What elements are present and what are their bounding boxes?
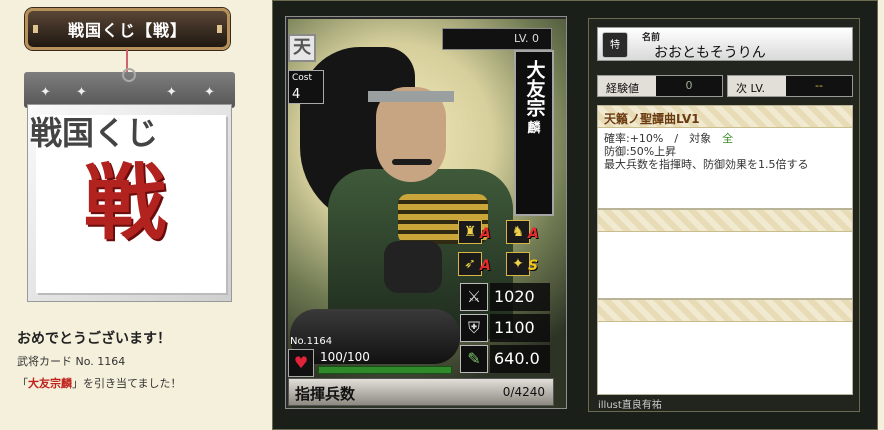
horse-cavalry-icon: ♞ [506, 220, 530, 244]
skill-slot-3-header [598, 300, 852, 322]
exp-value: 0 [656, 76, 722, 96]
hp-gauge: ♥ 100/100 [288, 349, 454, 377]
aptitude-grade: A [480, 226, 491, 242]
skill-slot-3 [597, 299, 853, 395]
card-number: No.1164 [290, 336, 333, 347]
pad-binding: ✦ ✦ ✦ ✦ [24, 68, 235, 108]
name-reading: おおともそうりん [654, 45, 766, 61]
level-box: LV. 0 [442, 28, 552, 50]
cost-value: 4 [292, 87, 301, 102]
cost-box: Cost 4 [288, 70, 324, 104]
rarity-badge: 天 [288, 34, 316, 62]
attack-value: 1020 [490, 283, 550, 311]
skill-description: 確率:+10% / 対象 全 防御:50%上昇 最大兵数を指揮時、防御効果を1.… [598, 128, 852, 175]
helmet-icon: ⛨ [460, 314, 488, 342]
portrait-fist [384, 241, 442, 293]
lottery-pad-image: ✦ ✦ ✦ ✦ 戦国くじ 戦 [24, 68, 235, 302]
drew-prefix: 「 [17, 377, 28, 390]
pad-text-big: 戦 [84, 156, 167, 251]
aptitude-archer: ➶ A [458, 250, 496, 278]
defense-value: 1100 [490, 314, 550, 342]
shuriken-icon: ✦ [204, 85, 215, 100]
lottery-title-plate: 戦国くじ【戦】 [25, 8, 230, 50]
shuriken-icon: ✦ [76, 85, 87, 100]
troops-bar: 指揮兵数 0/4240 [288, 378, 554, 406]
drew-line: 「大友宗麟」を引き当てました！ [17, 375, 181, 391]
skill-line-1: 確率:+10% / 対象 全 [604, 132, 846, 145]
scroll-icon: ✎ [460, 345, 488, 373]
shuriken-icon: ✦ [40, 85, 51, 100]
skill-target: 全 [722, 132, 734, 145]
next-level-field: 次 LV. -- [727, 75, 853, 97]
strategy-stat: ✎ 640.0 [460, 345, 550, 373]
skill-line-3: 最大兵数を指揮時、防御効果を1.5倍する [604, 158, 809, 171]
hp-value: 100/100 [320, 350, 370, 364]
aptitude-spear: ♜ A [458, 218, 496, 246]
defense-stat: ⛨ 1100 [460, 314, 550, 342]
sword-icon: ⚔ [460, 283, 488, 311]
skill-title: 天籟ノ聖譚曲LV1 [598, 106, 852, 128]
illustrator-credit: illust直良有祐 [598, 400, 662, 411]
plate-cap-left [33, 25, 38, 33]
hp-bar [318, 366, 452, 374]
general-name-box: 大友宗 麟 [514, 50, 554, 216]
general-name: 大友宗 [523, 60, 546, 117]
attack-stat: ⚔ 1020 [460, 283, 550, 311]
name-bar: 特 名前 おおともそうりん [597, 27, 853, 61]
skill-rate: 確率:+10% / 対象 [604, 132, 723, 145]
bow-archer-icon: ➶ [458, 252, 482, 276]
special-seal-icon: 特 [602, 32, 628, 58]
skill-slot-1: 天籟ノ聖譚曲LV1 確率:+10% / 対象 全 防御:50%上昇 最大兵数を指… [597, 105, 853, 209]
aptitude-grade: A [480, 258, 491, 274]
lottery-title: 戦国くじ【戦】 [67, 21, 187, 40]
exp-field: 経験値 0 [597, 75, 723, 97]
cost-label: Cost [292, 73, 313, 83]
aptitude-grade: S [528, 258, 539, 274]
troops-value: 0/4240 [502, 385, 545, 399]
heart-icon: ♥ [288, 349, 314, 377]
skill-slot-2-header [598, 210, 852, 232]
next-level-label: 次 LV. [736, 82, 766, 95]
pad-ring [122, 68, 136, 82]
portrait-headband [368, 91, 454, 102]
general-name-tail: 麟 [527, 121, 541, 136]
skill-slot-2 [597, 209, 853, 299]
strategy-value: 640.0 [490, 345, 550, 373]
troops-label: 指揮兵数 [295, 385, 356, 403]
exp-label: 経験値 [606, 82, 639, 95]
drew-name: 大友宗麟 [28, 377, 72, 390]
congrats-message: おめでとうございます！ [17, 331, 171, 347]
card-number-line: 武将カード No. 1164 [17, 355, 126, 368]
plate-cap-right [217, 25, 222, 33]
general-info-panel: 特 名前 おおともそうりん 経験値 0 次 LV. -- 天籟ノ聖譚曲LV1 確… [588, 18, 860, 412]
drew-suffix: 」を引き当てました！ [72, 377, 182, 390]
skill-line-2: 防御:50%上昇 [604, 145, 677, 158]
aptitude-cavalry: ♞ A [506, 218, 544, 246]
siege-weapon-icon: ✦ [506, 252, 530, 276]
aptitude-siege: ✦ S [506, 250, 544, 278]
next-level-value: -- [786, 76, 852, 96]
spear-soldier-icon: ♜ [458, 220, 482, 244]
portrait-mustache [392, 159, 432, 165]
aptitude-grade: A [528, 226, 539, 242]
shuriken-icon: ✦ [166, 85, 177, 100]
